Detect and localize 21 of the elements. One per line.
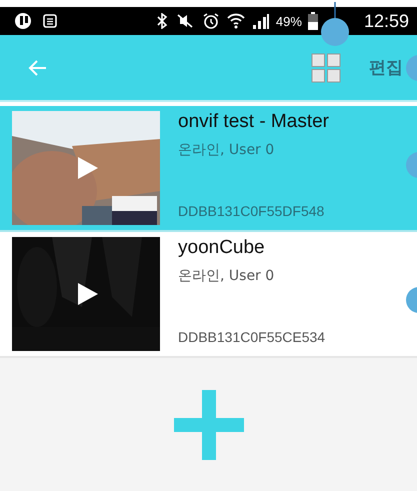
device-id: DDBB131C0F55DF548 <box>178 203 326 219</box>
camera-name: yoonCube <box>178 237 266 259</box>
clock-time: 12:59 <box>364 10 409 32</box>
back-button[interactable] <box>28 58 48 76</box>
app-logo-icon <box>14 12 34 30</box>
signal-icon <box>252 13 270 29</box>
camera-list-item[interactable]: onvif test - Master 온라인, User 0 DDBB131C0F55DF548 <box>0 106 417 232</box>
camera-name: onvif test - Master <box>178 111 329 133</box>
tutorial-marker <box>320 2 350 47</box>
bluetooth-icon <box>156 13 168 29</box>
wifi-icon <box>226 12 246 30</box>
add-button[interactable] <box>174 390 244 460</box>
device-id: DDBB131C0F55CE534 <box>178 329 326 345</box>
camera-status: 온라인, User 0 <box>178 267 276 285</box>
battery-percent: 49% <box>276 14 302 28</box>
camera-status: 온라인, User 0 <box>178 141 276 159</box>
alarm-clock-icon <box>202 12 220 30</box>
play-icon[interactable] <box>78 283 98 305</box>
grid-view-button[interactable] <box>311 52 341 82</box>
battery-icon <box>308 12 318 30</box>
notes-icon <box>42 13 58 29</box>
